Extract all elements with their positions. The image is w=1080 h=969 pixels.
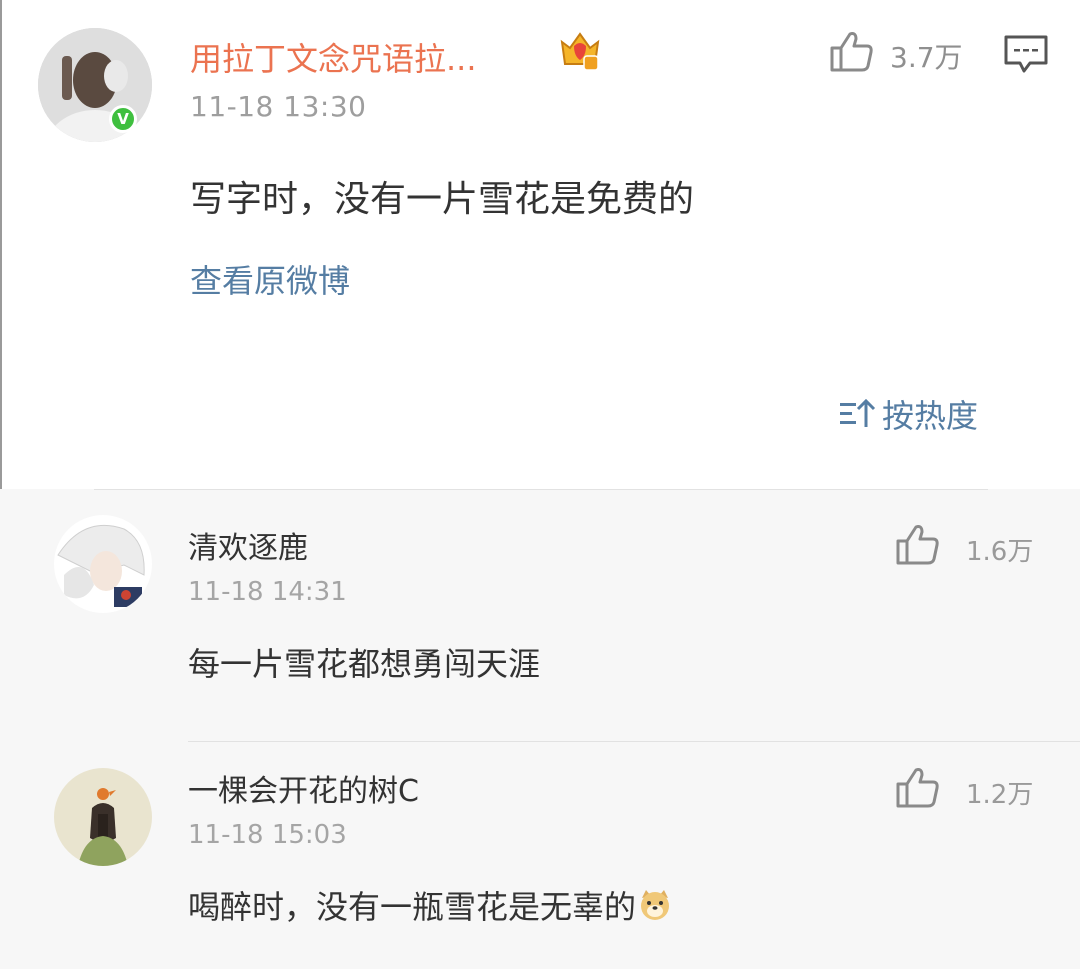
doge-emoji-icon xyxy=(641,890,670,920)
reply-avatar[interactable] xyxy=(54,768,152,866)
main-comment-text: 写字时，没有一片雪花是免费的 xyxy=(190,179,695,220)
reply-list: 清欢逐鹿 1.6万 11-18 14:31 每一片雪花都想勇闯天涯 一棵会开花的… xyxy=(0,489,1080,969)
reply-timestamp: 11-18 14:31 xyxy=(188,577,347,607)
reply-like-icon[interactable] xyxy=(894,764,940,810)
reply-username[interactable]: 清欢逐鹿 xyxy=(188,523,308,567)
main-comment: V 用拉丁文念咒语拉... 3.7万 11-18 13:30 写字时，没有一片雪… xyxy=(0,0,1080,489)
sort-by-hot-button[interactable]: 按热度 xyxy=(838,392,978,436)
reply-item: 一棵会开花的树C 1.2万 11-18 15:03 喝醉时，没有一瓶雪花是无辜的 xyxy=(0,742,1080,969)
reply-username[interactable]: 一棵会开花的树C xyxy=(188,766,419,810)
reply-avatar[interactable] xyxy=(54,515,152,613)
comment-icon[interactable] xyxy=(1002,34,1050,74)
weibo-comment-screen: V 用拉丁文念咒语拉... 3.7万 11-18 13:30 写字时，没有一片雪… xyxy=(0,0,1080,969)
verified-badge: V xyxy=(109,105,137,133)
reply-text: 喝醉时，没有一瓶雪花是无辜的 xyxy=(188,882,672,928)
reply-timestamp: 11-18 15:03 xyxy=(188,820,347,850)
reply-text-content: 喝醉时，没有一瓶雪花是无辜的 xyxy=(188,888,637,926)
sort-label: 按热度 xyxy=(882,397,979,435)
crown-badge-icon xyxy=(560,32,600,71)
view-original-link[interactable]: 查看原微博 xyxy=(190,256,350,302)
main-username[interactable]: 用拉丁文念咒语拉... xyxy=(190,34,477,80)
reply-like-count: 1.6万 xyxy=(966,537,1034,567)
reply-like-icon[interactable] xyxy=(894,521,940,567)
main-like-icon[interactable] xyxy=(828,28,874,74)
main-like-count: 3.7万 xyxy=(890,41,963,74)
reply-like-count: 1.2万 xyxy=(966,780,1034,810)
main-timestamp: 11-18 13:30 xyxy=(190,90,367,123)
sort-icon xyxy=(840,398,876,427)
reply-text: 每一片雪花都想勇闯天涯 xyxy=(188,645,541,683)
reply-item: 清欢逐鹿 1.6万 11-18 14:31 每一片雪花都想勇闯天涯 xyxy=(0,489,1080,742)
